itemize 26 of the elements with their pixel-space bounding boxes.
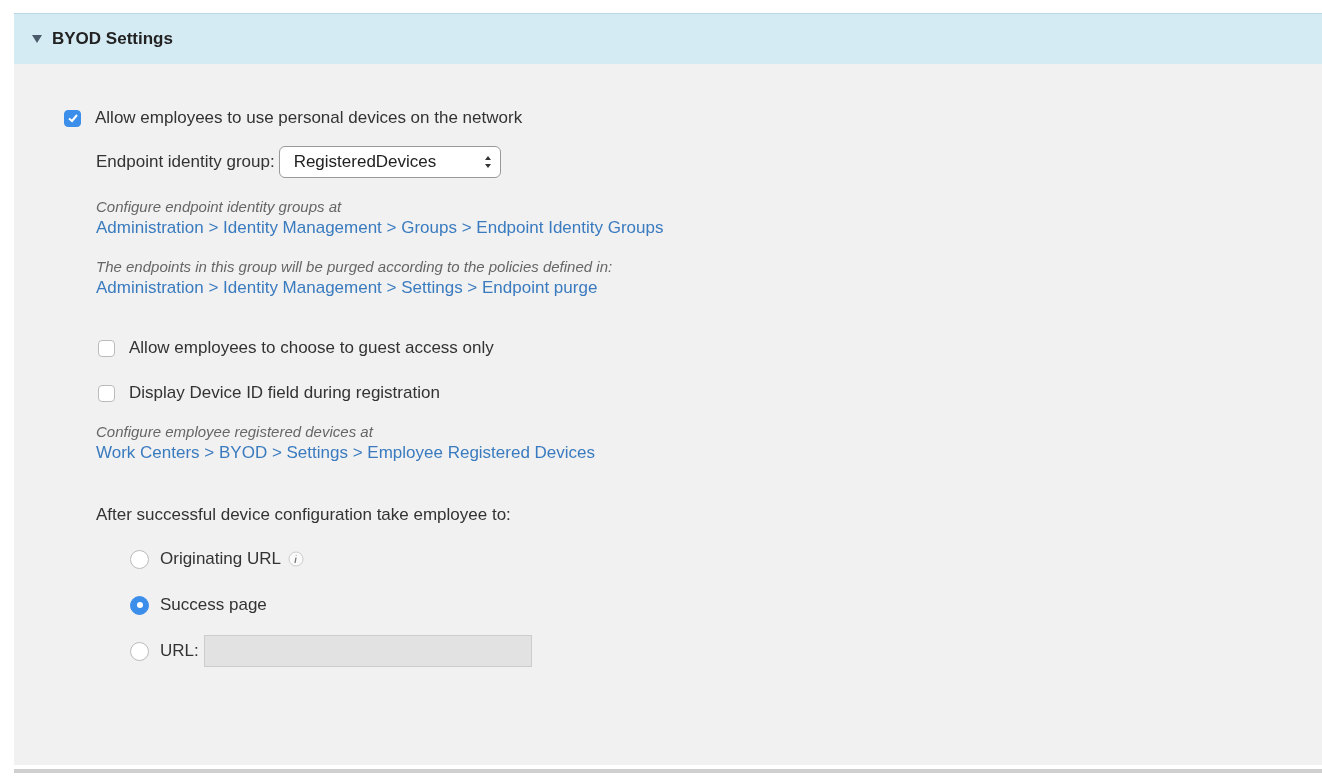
path-link[interactable]: Work Centers > BYOD > Settings > Employee Registered Devices: [96, 442, 596, 463]
radio-label: Originating URL: [160, 549, 281, 569]
hint-text: Configure employee registered devices at: [96, 422, 375, 442]
field-label: Endpoint identity group:: [96, 152, 275, 172]
checkbox-label: Allow employees to choose to guest access only: [129, 338, 494, 358]
checkbox-label: Display Device ID field during registration: [129, 383, 440, 403]
path-link[interactable]: Administration > Identity Management > Settings > Endpoint purge: [96, 277, 598, 298]
checkbox[interactable]: [98, 339, 115, 357]
hint-text: The endpoints in this group will be purged according to the policies defined in:: [96, 257, 614, 277]
section-heading: After successful device configuration take employee to:: [96, 505, 511, 525]
path-link[interactable]: Administration > Identity Management > Groups > Endpoint Identity Groups: [96, 217, 664, 238]
caret-icon: [32, 35, 42, 43]
section-title: BYOD Settings: [52, 29, 173, 49]
checkbox-label: Allow employees to use personal devices on the network: [95, 108, 523, 128]
info-icon[interactable]: [287, 551, 304, 567]
radio-button[interactable]: [130, 549, 149, 569]
stepper-icon: [483, 155, 492, 169]
checkbox[interactable]: [64, 109, 81, 127]
hint-text: Configure endpoint identity groups at: [96, 197, 343, 217]
radio-button[interactable]: [130, 595, 149, 615]
checkbox[interactable]: [98, 384, 115, 402]
radio-label: URL:: [160, 641, 199, 661]
check-icon: [66, 112, 79, 124]
radio-label: Success page: [160, 595, 267, 615]
section-header[interactable]: BYOD Settings: [14, 14, 1322, 64]
group-select[interactable]: RegisteredDevices: [278, 146, 501, 178]
